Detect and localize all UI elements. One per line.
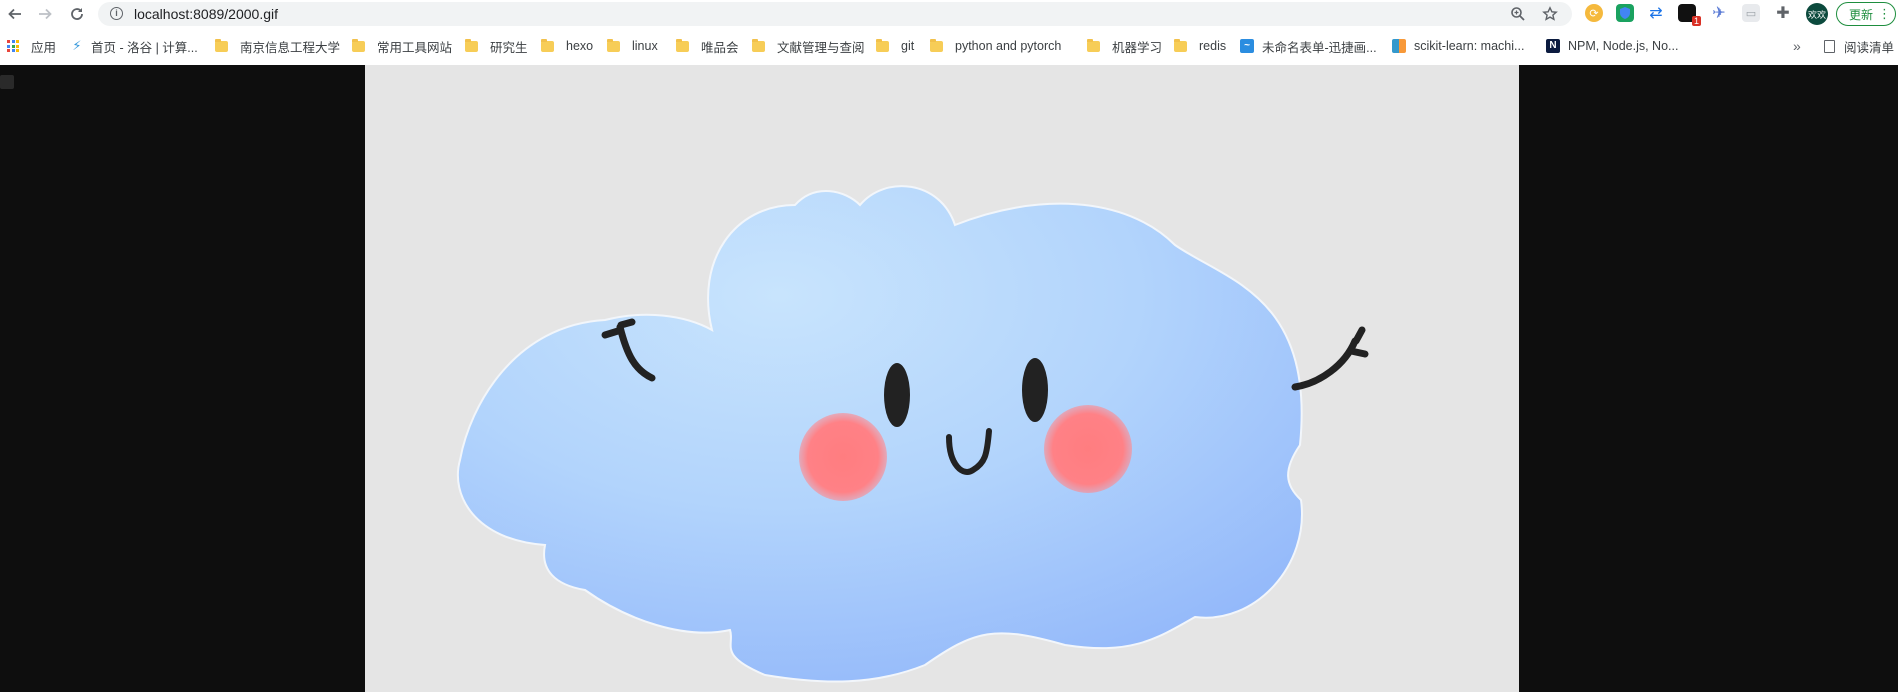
page-viewport bbox=[0, 65, 1898, 692]
bookmark-folder-nuist[interactable]: 南京信息工程大学 bbox=[215, 36, 340, 56]
bookmark-star-icon[interactable] bbox=[1540, 4, 1560, 24]
bookmark-folder-graduate[interactable]: 研究生 bbox=[465, 36, 528, 56]
bookmark-folder-ml[interactable]: 机器学习 bbox=[1087, 36, 1162, 56]
sklearn-favicon bbox=[1392, 39, 1406, 53]
bookmark-npm[interactable]: N NPM, Node.js, No... bbox=[1546, 36, 1678, 56]
reading-list[interactable]: 阅读清单 bbox=[1824, 36, 1894, 56]
address-bar[interactable]: i localhost:8089/2000.gif bbox=[98, 2, 1572, 26]
bookmark-folder-tools[interactable]: 常用工具网站 bbox=[352, 36, 452, 56]
left-eye bbox=[884, 363, 910, 427]
folder-icon bbox=[1087, 38, 1100, 52]
right-eye bbox=[1022, 358, 1048, 422]
extension-black-icon[interactable]: 1 bbox=[1678, 4, 1701, 26]
bookmark-luogu[interactable]: ⚡ 首页 - 洛谷 | 计算... bbox=[71, 36, 197, 56]
left-cheek bbox=[799, 413, 887, 501]
folder-icon bbox=[876, 38, 889, 52]
extensions-puzzle-icon[interactable]: ✚ bbox=[1774, 4, 1792, 22]
extension-bird-icon[interactable]: ✈ bbox=[1710, 4, 1728, 22]
bookmark-folder-vip[interactable]: 唯品会 bbox=[676, 36, 739, 56]
bookmark-folder-git[interactable]: git bbox=[876, 36, 914, 56]
right-cheek bbox=[1044, 405, 1132, 493]
folder-icon bbox=[465, 38, 478, 52]
back-icon[interactable] bbox=[4, 3, 26, 25]
apps-grid-icon bbox=[7, 40, 19, 52]
update-button[interactable]: 更新 ⋮ bbox=[1836, 2, 1896, 26]
bookmark-folder-python[interactable]: python and pytorch bbox=[930, 36, 1061, 56]
extension-sync-icon[interactable]: ⇄ bbox=[1647, 4, 1665, 22]
bookmark-sklearn[interactable]: scikit-learn: machi... bbox=[1392, 36, 1524, 56]
more-menu-icon[interactable]: ⋮ bbox=[1878, 6, 1891, 22]
bookmarks-overflow[interactable]: » bbox=[1793, 36, 1801, 56]
folder-icon bbox=[352, 38, 365, 52]
reload-icon[interactable] bbox=[66, 3, 88, 25]
browser-toolbar: i localhost:8089/2000.gif ⟳ ⇄ 1 ✈ ▭ ✚ 欢欢… bbox=[0, 0, 1898, 29]
zoom-icon[interactable] bbox=[1508, 4, 1528, 24]
profile-avatar[interactable]: 欢欢 bbox=[1806, 3, 1828, 25]
bookmark-apps[interactable]: 应用 bbox=[7, 36, 56, 56]
bookmark-folder-literature[interactable]: 文献管理与查阅 bbox=[752, 36, 865, 56]
folder-icon bbox=[676, 38, 689, 52]
folder-icon bbox=[541, 38, 554, 52]
corner-control[interactable] bbox=[0, 75, 14, 89]
gif-image bbox=[365, 65, 1519, 692]
extension-gray-icon[interactable]: ▭ bbox=[1742, 4, 1760, 22]
extension-badge: 1 bbox=[1691, 16, 1701, 26]
folder-icon bbox=[607, 38, 620, 52]
update-button-label: 更新 bbox=[1849, 7, 1874, 22]
folder-icon bbox=[215, 38, 228, 52]
bookmark-folder-linux[interactable]: linux bbox=[607, 36, 658, 56]
extension-orange-icon[interactable]: ⟳ bbox=[1585, 4, 1603, 22]
browser-chrome: i localhost:8089/2000.gif ⟳ ⇄ 1 ✈ ▭ ✚ 欢欢… bbox=[0, 0, 1898, 66]
reading-list-icon bbox=[1824, 39, 1835, 53]
bookmark-folder-hexo[interactable]: hexo bbox=[541, 36, 593, 56]
bookmark-folder-redis[interactable]: redis bbox=[1174, 36, 1226, 56]
bookmarks-bar: 应用 ⚡ 首页 - 洛谷 | 计算... 南京信息工程大学 常用工具网站 研究生… bbox=[0, 34, 1898, 58]
smiling-cloud-image bbox=[456, 185, 1369, 683]
folder-icon bbox=[930, 38, 943, 52]
luogu-favicon: ⚡ bbox=[72, 38, 82, 53]
bookmark-xunjie[interactable]: ~ 未命名表单-迅捷画... bbox=[1240, 36, 1377, 56]
forward-icon[interactable] bbox=[34, 3, 56, 25]
folder-icon bbox=[752, 38, 765, 52]
url-text: localhost:8089/2000.gif bbox=[134, 6, 278, 22]
site-info-icon[interactable]: i bbox=[110, 7, 123, 20]
xunjie-favicon: ~ bbox=[1240, 39, 1254, 53]
n-favicon: N bbox=[1546, 39, 1560, 53]
extension-shield-icon[interactable] bbox=[1616, 4, 1634, 22]
right-arm bbox=[1291, 326, 1369, 391]
folder-icon bbox=[1174, 38, 1187, 52]
